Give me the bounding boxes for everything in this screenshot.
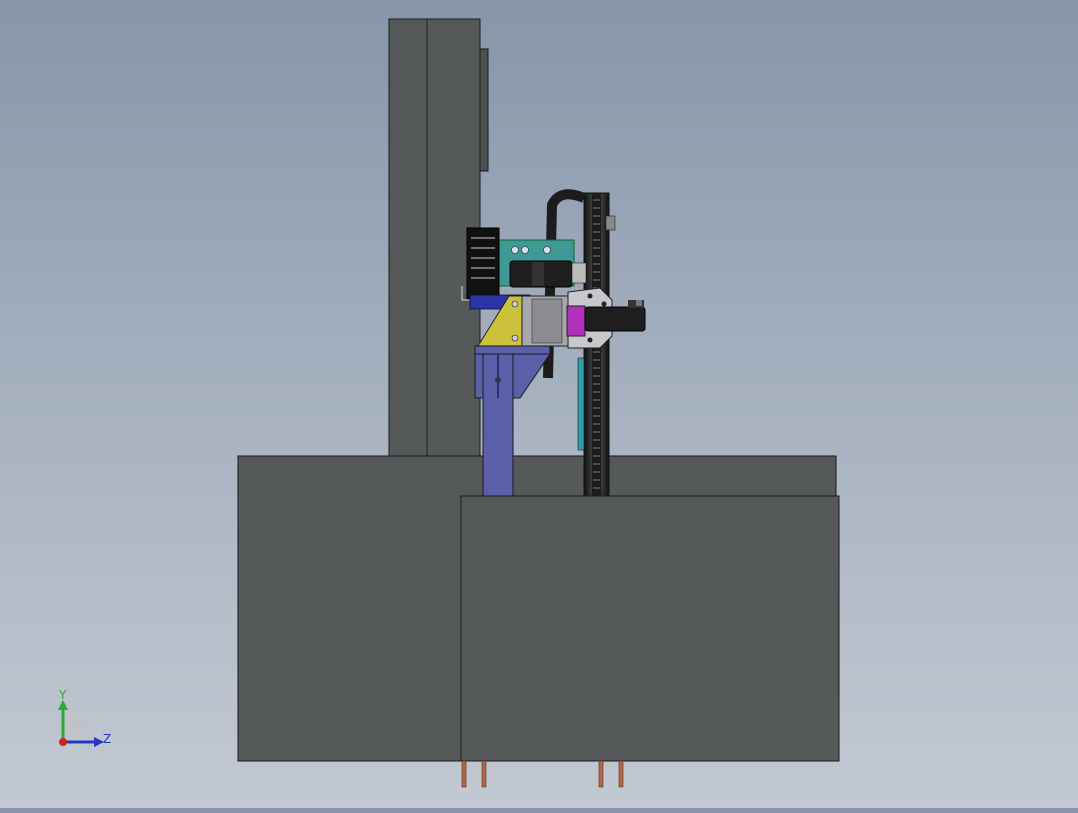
upper-servo-motor[interactable] bbox=[509, 260, 587, 288]
y-axis-label: Y bbox=[58, 688, 67, 702]
z-axis-label: Z bbox=[103, 732, 111, 746]
cad-viewport[interactable]: Y Z bbox=[0, 0, 1078, 808]
magenta-clamp[interactable] bbox=[566, 305, 586, 337]
orientation-triad: Y Z bbox=[58, 688, 111, 747]
model-view[interactable]: Y Z bbox=[0, 0, 1078, 808]
base-cabinet-front[interactable] bbox=[460, 495, 840, 762]
cabinet-feet[interactable] bbox=[461, 760, 624, 788]
x-axis-dot bbox=[59, 738, 67, 746]
connector-block[interactable] bbox=[461, 227, 500, 301]
clamp-body[interactable] bbox=[521, 295, 569, 347]
